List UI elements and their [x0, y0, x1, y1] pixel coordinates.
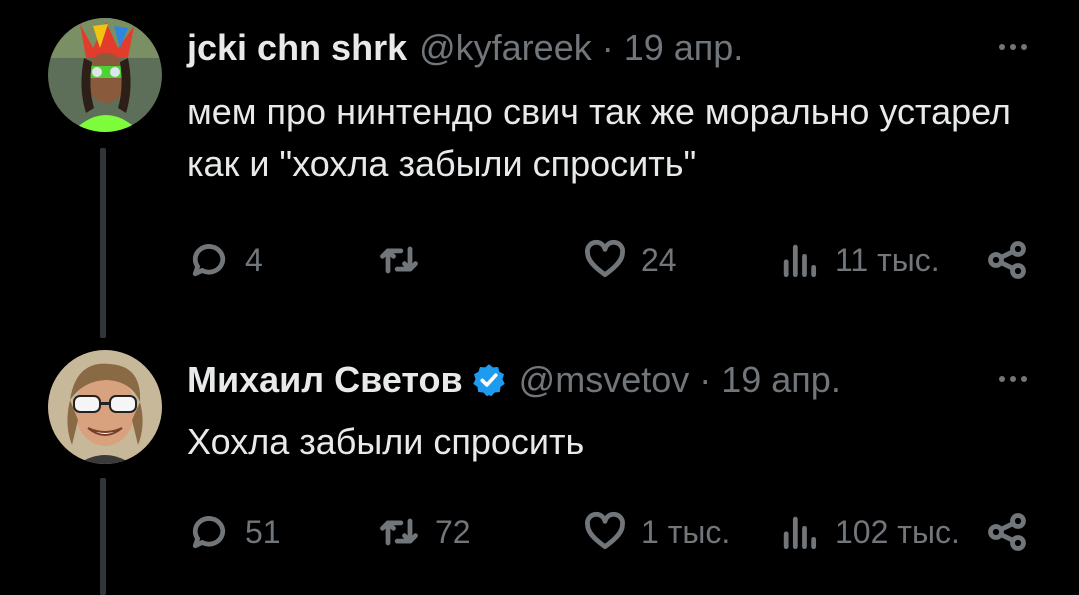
author-name[interactable]: Михаил Светов: [187, 360, 463, 400]
retweet-button[interactable]: 72: [377, 510, 471, 554]
like-button[interactable]: 1 тыс.: [583, 510, 730, 554]
more-dot-icon: [999, 44, 1005, 50]
author-handle[interactable]: @msvetov: [519, 360, 690, 400]
views-chart-icon: [783, 244, 817, 278]
more-dot-icon: [1021, 44, 1027, 50]
more-options-button[interactable]: [999, 376, 1027, 382]
reply-count: 4: [245, 241, 263, 278]
like-button[interactable]: 24: [583, 238, 677, 282]
tweet-date[interactable]: 19 апр.: [624, 28, 744, 68]
reply-button[interactable]: 4: [187, 238, 263, 282]
tweet-text: Хохла забыли спросить: [187, 421, 585, 462]
separator-dot: ·: [601, 27, 614, 68]
retweet-icon: [380, 518, 418, 546]
heart-icon: [585, 511, 625, 550]
more-options-button[interactable]: [999, 44, 1027, 50]
views-count: 102 тыс.: [835, 513, 960, 550]
thread-line: [100, 148, 106, 338]
reply-button[interactable]: 51: [187, 510, 281, 554]
more-dot-icon: [1021, 376, 1027, 382]
like-count: 1 тыс.: [641, 513, 731, 550]
more-dot-icon: [1010, 376, 1016, 382]
avatar[interactable]: [48, 18, 162, 132]
views-chart-icon: [783, 516, 817, 550]
views-button[interactable]: 102 тыс.: [777, 510, 960, 554]
more-dot-icon: [999, 376, 1005, 382]
reply-icon: [192, 244, 226, 277]
tweet-1[interactable]: jcki chn shrk @kyfareek · 19 апр. мем пр…: [0, 0, 1079, 340]
views-button[interactable]: 11 тыс.: [777, 238, 940, 282]
author-name[interactable]: jcki chn shrk: [187, 28, 407, 68]
tweet-actions: 51 72 1 тыс. 102 тыс.: [187, 510, 1029, 554]
retweet-button[interactable]: [377, 238, 435, 282]
tweet-date[interactable]: 19 апр.: [721, 360, 841, 400]
reply-count: 51: [245, 513, 281, 550]
separator-dot: ·: [699, 359, 712, 400]
views-count: 11 тыс.: [835, 241, 940, 278]
retweet-icon: [380, 246, 418, 274]
reply-icon: [192, 516, 226, 549]
retweet-count: 72: [435, 513, 471, 550]
tweet-2[interactable]: Михаил Светов @msvetov · 19 апр. Хохла з…: [0, 340, 1079, 595]
share-icon: [988, 241, 1026, 279]
verified-badge-icon[interactable]: [471, 362, 507, 398]
author-handle[interactable]: @kyfareek: [419, 28, 592, 68]
share-button[interactable]: [985, 238, 1029, 282]
share-icon: [988, 513, 1026, 551]
more-dot-icon: [1010, 44, 1016, 50]
tweet-text: мем про нинтендо свич так же морально ус…: [187, 91, 1011, 184]
tweet-actions: 4 24 11 тыс.: [187, 238, 1029, 282]
tweet-header: Михаил Светов @msvetov · 19 апр.: [187, 360, 947, 400]
tweet-header: jcki chn shrk @kyfareek · 19 апр.: [187, 28, 887, 68]
share-button[interactable]: [985, 510, 1029, 554]
like-count: 24: [641, 241, 677, 278]
thread-line: [100, 478, 106, 595]
heart-icon: [585, 239, 625, 278]
avatar[interactable]: [48, 350, 162, 464]
